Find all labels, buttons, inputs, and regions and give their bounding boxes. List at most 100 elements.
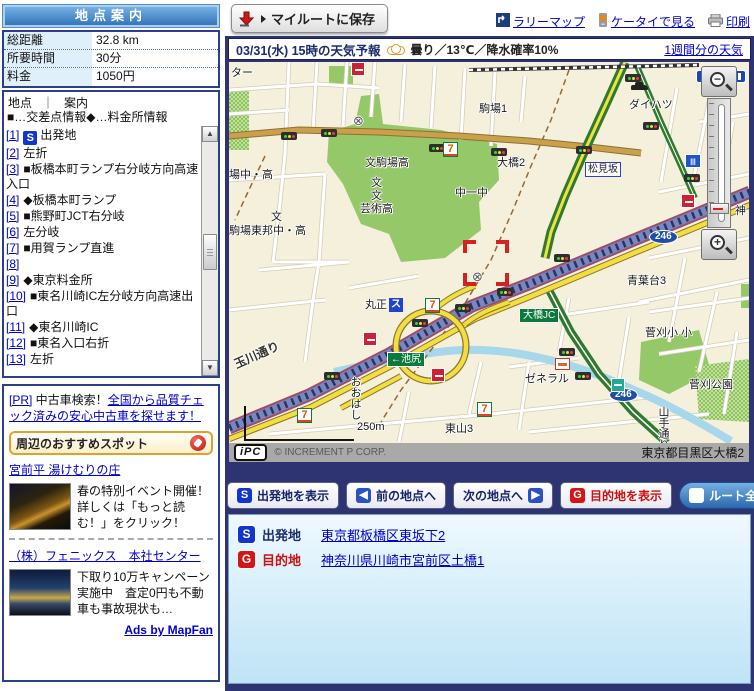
next-view-button[interactable]: 次の地点へ ▶ [453,482,554,509]
map-label: 大橋2 [497,157,526,169]
map-label: 菅刈小 小 [645,327,693,339]
summary-label: 所要時間 [4,50,92,67]
nav-button-label: 出発地を表示 [257,489,330,503]
save-my-route-button[interactable]: マイルートに保存 [231,4,389,33]
route-step-link[interactable]: [7] [6,241,19,255]
map-label: 246 [649,230,678,244]
map-label: 青葉台3 [627,275,667,287]
map-label: 文 [371,190,382,202]
route-step-link[interactable]: [9] [6,273,19,287]
route-step: [5] ■熊野町JCT右分岐 [6,209,200,224]
start-view-button[interactable]: S 出発地を表示 [227,482,340,509]
route-summary: 総距離 32.8 km 所要時間 30分 料金 1050円 [2,30,220,88]
route-view-button[interactable]: ▶ ルート全体を表示 [679,482,754,509]
route-step-text: 左折 [23,146,48,160]
map-nav-buttons: S 出発地を表示 ◀ 前の地点へ 次の地点へ ▶ G 目的地を表示 ▶ ルート全体を表示 [227,481,754,510]
route-step-link[interactable]: [8] [6,257,19,271]
route-step: [11] ◆東名川崎IC [6,320,200,335]
mobile-link[interactable]: ケータイで見る [611,13,695,30]
poi-red-icon [363,332,377,346]
route-step-text: ■熊野町JCT右分岐 [23,209,125,223]
spot1-row: 春の特別イベント開催！詳しくは「もっと読む！」をクリック！ [9,483,213,531]
traffic-light-icon [491,148,507,156]
poi-red-icon [681,194,695,208]
scroll-up-icon[interactable]: ▲ [202,126,218,142]
traffic-light-icon [321,129,337,137]
route-step: [8] [6,257,200,272]
save-button-label: マイルートに保存 [271,12,376,27]
main-column: マイルートに保存 ラリーマップ ケータイで見る 印刷 03/31(水) 15時の天気… [225,0,754,691]
zoom-slider[interactable] [707,98,731,228]
spot2-description: 下取り10万キャンペーン実施中 査定0円も不動車も事故現状も… [77,570,210,616]
goal-chip-icon: G [570,488,586,503]
route-step-link[interactable]: [6] [6,225,19,239]
route-step-text: ■用賀ランプ直進 [23,241,115,255]
prev-view-button[interactable]: ◀ 前の地点へ [346,482,447,509]
weekly-weather-link[interactable]: 1週間分の天気 [664,41,743,58]
zoom-out-button[interactable]: − [701,66,737,97]
route-step-link[interactable]: [5] [6,209,19,223]
map-label: 丸正 [365,299,387,311]
route-step-link[interactable]: [3] [6,162,19,176]
map-label: 駒場東邦中・高 [229,225,306,237]
nav-button-label: 目的地を表示 [590,489,663,503]
map-label: ダイハツ [629,99,673,111]
list-scrollbar[interactable]: ▲ ▼ [201,126,218,376]
small-triangle-icon [261,14,266,23]
goal-icon: G [238,551,255,568]
route-step-link[interactable]: [13] [6,352,26,366]
route-step-link[interactable]: [2] [6,146,19,160]
toolbar-link: 印刷 [707,13,750,30]
convenience-store-icon: 7 [425,298,440,313]
traffic-light-icon [643,122,659,130]
route-step: [9] ◆東京料金所 [6,273,200,288]
printer-link[interactable]: 印刷 [726,13,750,30]
weather-bar: 03/31(水) 15時の天気予報 曇り／13℃／降水確率10% 1週間分の天気 [228,38,751,60]
traffic-light-icon [684,174,700,182]
goal-address-link[interactable]: 神奈川県川崎市宮前区土橋1 [321,550,484,569]
spot1-title-link[interactable]: 宮前平 湯けむりの庄 [9,463,120,477]
route-step-link[interactable]: [4] [6,193,19,207]
spot2-title-link[interactable]: （株）フェニックス 本社センター [9,549,201,563]
zoom-in-button[interactable]: + [701,229,737,260]
spot1-thumbnail[interactable] [9,483,71,530]
scroll-down-icon[interactable]: ▼ [202,360,218,376]
toolbar-link: ケータイで見る [598,13,695,30]
route-step-text: 出発地 [40,128,77,142]
weather-title: 03/31(水) 15時の天気予報 [236,43,381,58]
nav-button-label: 次の地点へ [463,489,524,503]
rally-map-icon [495,13,510,30]
route-step: [4] ◆板橋本町ランプ [6,193,200,208]
route-step: [3] ■板橋本町ランプ右分岐方向高速入口 [6,162,200,192]
scrollbar-thumb[interactable] [203,234,217,270]
zoom-out-icon: − [710,72,725,87]
start-chip-icon: S [237,488,252,503]
route-step-link[interactable]: [11] [6,320,25,334]
route-step: [6] 左分岐 [6,225,200,240]
route-step-link[interactable]: [10] [6,289,26,303]
map-viewport[interactable]: ター 駒場1 大橋2 ダイハツ 場中・高文駒場東邦中・高 文駒場高文文芸術高 中一中 丸正 青葉… [229,62,749,443]
ads-by-mapfan-link[interactable]: Ads by MapFan [124,623,213,637]
poi-red-icon [351,62,365,76]
summary-row: 総距離 32.8 km [4,32,218,50]
goal-label: 目的地 [262,553,302,568]
rally-map-link[interactable]: ラリーマップ [513,13,585,30]
route-step-link[interactable]: [1] [6,128,19,142]
spot-header-label: 周辺のおすすめスポット [16,436,149,451]
route-step-text: 左折 [30,352,55,366]
start-address-link[interactable]: 東京都板橋区東坂下2 [321,525,445,544]
map-label: 松見坂 [585,162,621,177]
zoom-slider-handle[interactable] [710,203,729,214]
route-step-link[interactable]: [12] [6,336,26,350]
map-label: 中一中 [455,187,488,199]
pr-tag-link[interactable]: [PR] [9,393,32,407]
car-dealer-icon [631,82,648,92]
goal-view-button[interactable]: G 目的地を表示 [560,482,673,509]
nav-button-label: ルート全体を表示 [709,489,754,503]
spot2-thumbnail[interactable] [9,569,71,616]
poi-red-icon [431,368,445,382]
route-step-text: ◆東京料金所 [23,273,93,287]
route-chip-icon: ▶ [689,488,705,503]
start-label: 出発地 [262,528,302,543]
next-chip-icon: ▶ [528,488,544,503]
